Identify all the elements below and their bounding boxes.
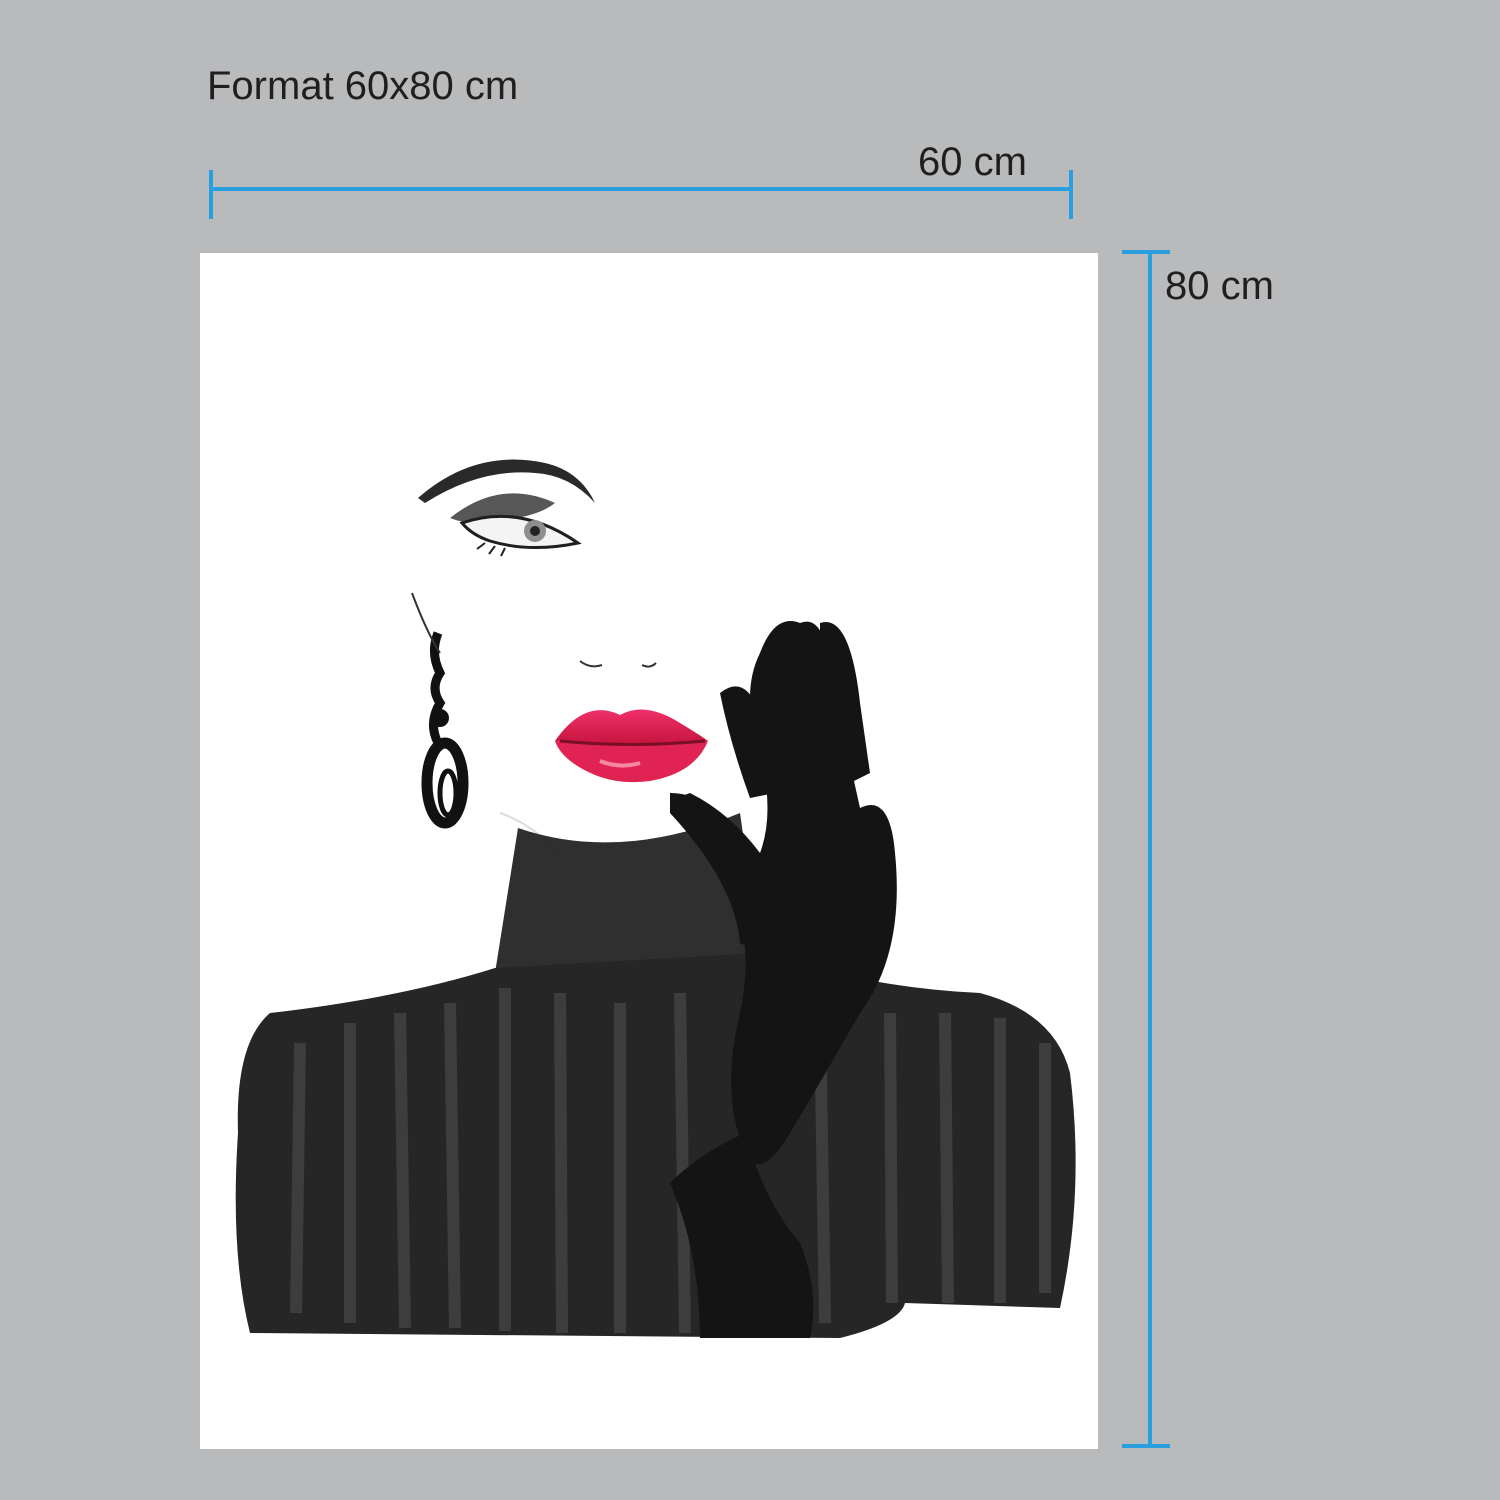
height-ruler-line	[1148, 250, 1152, 1448]
width-ruler-right-tick	[1069, 170, 1073, 219]
red-lips	[555, 709, 708, 783]
eye	[459, 514, 582, 549]
height-label: 80 cm	[1165, 264, 1274, 308]
format-title: Format 60x80 cm	[207, 64, 519, 108]
pupil	[530, 526, 540, 536]
height-ruler-top-tick	[1122, 250, 1170, 254]
fashion-illustration	[235, 459, 1076, 1338]
width-ruler-line	[209, 187, 1073, 191]
drop-earring	[421, 631, 469, 829]
height-ruler-bottom-tick	[1122, 1444, 1170, 1448]
width-ruler-left-tick	[209, 170, 213, 219]
poster-artwork	[200, 253, 1098, 1449]
nose	[579, 660, 657, 668]
width-label: 60 cm	[918, 140, 1027, 184]
